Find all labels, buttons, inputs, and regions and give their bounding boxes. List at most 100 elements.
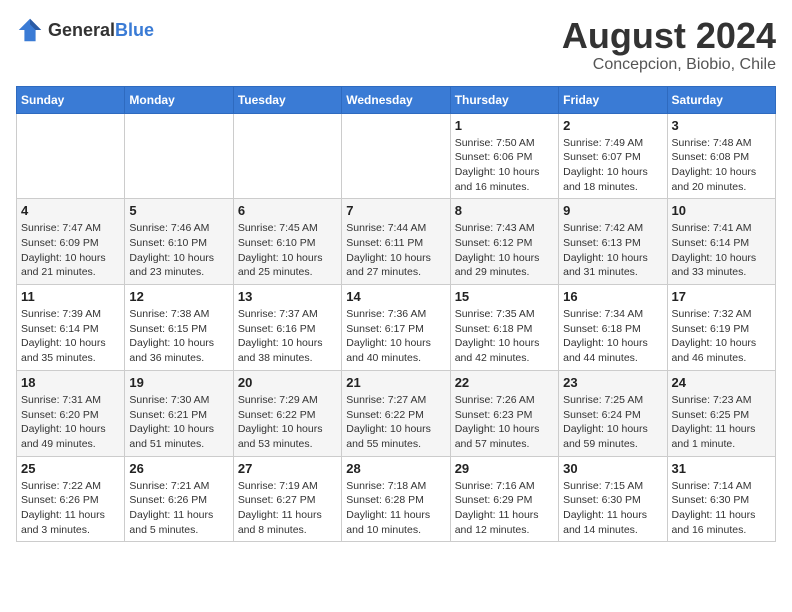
calendar-cell: 16 Sunrise: 7:34 AM Sunset: 6:18 PM Dayli… [559,285,667,371]
calendar-cell: 8Sunrise: 7:43 AM Sunset: 6:12 PM Daylig… [450,199,558,285]
calendar-cell: 25Sunrise: 7:22 AM Sunset: 6:26 PM Dayli… [17,456,125,542]
day-info: Sunrise: 7:39 AM Sunset: 6:14 PM Dayligh… [21,307,120,366]
calendar-cell: 14 Sunrise: 7:36 AM Sunset: 6:17 PM Dayli… [342,285,450,371]
calendar-cell: 17 Sunrise: 7:32 AM Sunset: 6:19 PM Dayli… [667,285,775,371]
day-info: Sunrise: 7:36 AM Sunset: 6:17 PM Dayligh… [346,307,445,366]
day-number: 23 [563,375,662,390]
calendar-cell: 15 Sunrise: 7:35 AM Sunset: 6:18 PM Dayli… [450,285,558,371]
day-info: Sunrise: 7:45 AM Sunset: 6:10 PM Dayligh… [238,221,337,280]
day-header-friday: Friday [559,86,667,113]
day-header-thursday: Thursday [450,86,558,113]
day-number: 14 [346,289,445,304]
day-info: Sunrise: 7:14 AM Sunset: 6:30 PM Dayligh… [672,479,771,538]
calendar-cell: 21 Sunrise: 7:27 AM Sunset: 6:22 PM Dayli… [342,370,450,456]
calendar-cell: 3 Sunrise: 7:48 AM Sunset: 6:08 PM Daylig… [667,113,775,199]
day-number: 26 [129,461,228,476]
day-number: 2 [563,118,662,133]
calendar-cell: 23 Sunrise: 7:25 AM Sunset: 6:24 PM Dayli… [559,370,667,456]
calendar-cell: 12Sunrise: 7:38 AM Sunset: 6:15 PM Dayli… [125,285,233,371]
day-info: Sunrise: 7:25 AM Sunset: 6:24 PM Dayligh… [563,393,662,452]
day-header-tuesday: Tuesday [233,86,341,113]
day-number: 7 [346,203,445,218]
day-info: Sunrise: 7:34 AM Sunset: 6:18 PM Dayligh… [563,307,662,366]
day-info: Sunrise: 7:37 AM Sunset: 6:16 PM Dayligh… [238,307,337,366]
day-header-saturday: Saturday [667,86,775,113]
logo-text-general: General [48,20,115,40]
page-header: GeneralBlue August 2024 Concepcion, Biob… [16,16,776,74]
calendar-cell: 1 Sunrise: 7:50 AM Sunset: 6:06 PM Daylig… [450,113,558,199]
logo-icon [16,16,44,44]
day-info: Sunrise: 7:35 AM Sunset: 6:18 PM Dayligh… [455,307,554,366]
calendar-cell [17,113,125,199]
day-number: 29 [455,461,554,476]
title-block: August 2024 Concepcion, Biobio, Chile [562,16,776,74]
day-number: 5 [129,203,228,218]
day-number: 13 [238,289,337,304]
day-number: 19 [129,375,228,390]
day-info: Sunrise: 7:42 AM Sunset: 6:13 PM Dayligh… [563,221,662,280]
day-info: Sunrise: 7:32 AM Sunset: 6:19 PM Dayligh… [672,307,771,366]
calendar-cell: 29 Sunrise: 7:16 AM Sunset: 6:29 PM Dayli… [450,456,558,542]
day-number: 3 [672,118,771,133]
calendar-cell: 4 Sunrise: 7:47 AM Sunset: 6:09 PM Daylig… [17,199,125,285]
calendar-cell: 22 Sunrise: 7:26 AM Sunset: 6:23 PM Dayli… [450,370,558,456]
calendar-cell: 9 Sunrise: 7:42 AM Sunset: 6:13 PM Daylig… [559,199,667,285]
day-number: 15 [455,289,554,304]
day-info: Sunrise: 7:21 AM Sunset: 6:26 PM Dayligh… [129,479,228,538]
week-row-4: 18 Sunrise: 7:31 AM Sunset: 6:20 PM Dayli… [17,370,776,456]
calendar-cell: 18 Sunrise: 7:31 AM Sunset: 6:20 PM Dayli… [17,370,125,456]
week-row-5: 25Sunrise: 7:22 AM Sunset: 6:26 PM Dayli… [17,456,776,542]
day-info: Sunrise: 7:16 AM Sunset: 6:29 PM Dayligh… [455,479,554,538]
day-number: 4 [21,203,120,218]
day-number: 22 [455,375,554,390]
calendar-cell [342,113,450,199]
day-info: Sunrise: 7:26 AM Sunset: 6:23 PM Dayligh… [455,393,554,452]
day-info: Sunrise: 7:38 AM Sunset: 6:15 PM Dayligh… [129,307,228,366]
day-number: 25 [21,461,120,476]
calendar-title: August 2024 [562,16,776,56]
day-info: Sunrise: 7:19 AM Sunset: 6:27 PM Dayligh… [238,479,337,538]
day-info: Sunrise: 7:48 AM Sunset: 6:08 PM Dayligh… [672,136,771,195]
day-number: 16 [563,289,662,304]
day-info: Sunrise: 7:31 AM Sunset: 6:20 PM Dayligh… [21,393,120,452]
day-header-sunday: Sunday [17,86,125,113]
calendar-cell: 5 Sunrise: 7:46 AM Sunset: 6:10 PM Daylig… [125,199,233,285]
calendar-cell: 7 Sunrise: 7:44 AM Sunset: 6:11 PM Daylig… [342,199,450,285]
day-number: 10 [672,203,771,218]
calendar-cell: 28Sunrise: 7:18 AM Sunset: 6:28 PM Dayli… [342,456,450,542]
day-number: 1 [455,118,554,133]
day-info: Sunrise: 7:30 AM Sunset: 6:21 PM Dayligh… [129,393,228,452]
day-info: Sunrise: 7:27 AM Sunset: 6:22 PM Dayligh… [346,393,445,452]
day-number: 11 [21,289,120,304]
day-number: 30 [563,461,662,476]
day-number: 18 [21,375,120,390]
week-row-1: 1 Sunrise: 7:50 AM Sunset: 6:06 PM Daylig… [17,113,776,199]
day-info: Sunrise: 7:29 AM Sunset: 6:22 PM Dayligh… [238,393,337,452]
calendar-cell: 31 Sunrise: 7:14 AM Sunset: 6:30 PM Dayli… [667,456,775,542]
calendar-cell: 26 Sunrise: 7:21 AM Sunset: 6:26 PM Dayli… [125,456,233,542]
day-info: Sunrise: 7:43 AM Sunset: 6:12 PM Dayligh… [455,221,554,280]
day-header-monday: Monday [125,86,233,113]
logo-text-blue: Blue [115,20,154,40]
day-number: 21 [346,375,445,390]
day-info: Sunrise: 7:47 AM Sunset: 6:09 PM Dayligh… [21,221,120,280]
calendar-table: SundayMondayTuesdayWednesdayThursdayFrid… [16,86,776,543]
week-row-3: 11 Sunrise: 7:39 AM Sunset: 6:14 PM Dayli… [17,285,776,371]
calendar-cell [125,113,233,199]
day-info: Sunrise: 7:41 AM Sunset: 6:14 PM Dayligh… [672,221,771,280]
calendar-cell: 6 Sunrise: 7:45 AM Sunset: 6:10 PM Daylig… [233,199,341,285]
day-number: 20 [238,375,337,390]
day-info: Sunrise: 7:18 AM Sunset: 6:28 PM Dayligh… [346,479,445,538]
week-row-2: 4 Sunrise: 7:47 AM Sunset: 6:09 PM Daylig… [17,199,776,285]
calendar-cell: 27Sunrise: 7:19 AM Sunset: 6:27 PM Dayli… [233,456,341,542]
header-row: SundayMondayTuesdayWednesdayThursdayFrid… [17,86,776,113]
day-info: Sunrise: 7:23 AM Sunset: 6:25 PM Dayligh… [672,393,771,452]
day-number: 31 [672,461,771,476]
day-info: Sunrise: 7:15 AM Sunset: 6:30 PM Dayligh… [563,479,662,538]
day-number: 9 [563,203,662,218]
day-info: Sunrise: 7:50 AM Sunset: 6:06 PM Dayligh… [455,136,554,195]
day-info: Sunrise: 7:44 AM Sunset: 6:11 PM Dayligh… [346,221,445,280]
day-number: 17 [672,289,771,304]
day-info: Sunrise: 7:46 AM Sunset: 6:10 PM Dayligh… [129,221,228,280]
day-number: 6 [238,203,337,218]
